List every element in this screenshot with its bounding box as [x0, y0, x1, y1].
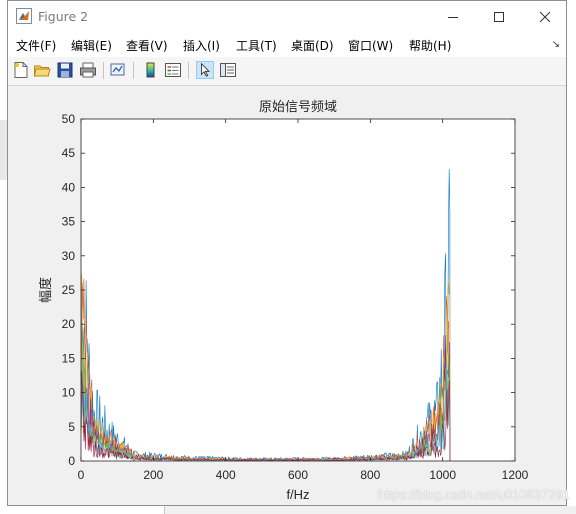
y-tick-label: 15 — [62, 351, 76, 365]
x-axis-label: f/Hz — [286, 487, 309, 502]
new-figure-icon[interactable] — [12, 61, 30, 79]
save-icon[interactable] — [56, 61, 74, 79]
watermark-text: https://blog.csdn.net/u010637291 — [377, 487, 570, 502]
maximize-button[interactable] — [476, 1, 522, 32]
y-tick-label: 35 — [62, 215, 76, 229]
x-tick-label: 1200 — [502, 468, 529, 482]
y-tick-label: 5 — [68, 420, 75, 434]
menu-desktop[interactable]: 桌面(D) — [291, 37, 334, 54]
x-tick-label: 800 — [360, 468, 380, 482]
toolbar-separator — [133, 62, 134, 79]
y-axis-label: 幅度 — [38, 277, 53, 303]
y-tick-label: 10 — [62, 386, 76, 400]
y-tick-label: 30 — [62, 249, 76, 263]
matlab-logo-icon — [16, 8, 32, 24]
menu-insert[interactable]: 插入(I) — [183, 37, 220, 54]
menu-window[interactable]: 窗口(W) — [348, 37, 393, 54]
figure-window: Figure 2 文件(F) 编辑(E) 查看(V) 插入(I) 工具(T) 桌… — [7, 0, 567, 506]
menu-file[interactable]: 文件(F) — [16, 37, 56, 54]
property-inspector-icon[interactable] — [219, 61, 237, 79]
toolbar-separator — [103, 62, 104, 79]
y-tick-label: 20 — [62, 317, 76, 331]
minimize-button[interactable] — [430, 1, 476, 32]
x-tick-label: 0 — [78, 468, 85, 482]
insert-colorbar-icon[interactable] — [142, 61, 160, 79]
window-title: Figure 2 — [38, 9, 89, 24]
plot-figure: 0 200 400 600 800 1000 1200 0 5 10 15 20 25 30 35 40 45 5… — [38, 100, 529, 502]
x-tick-label: 200 — [143, 468, 163, 482]
toolbar — [8, 57, 566, 86]
maximize-icon — [494, 11, 504, 22]
dock-arrow-icon[interactable]: ↘ — [552, 39, 560, 50]
minimize-icon — [448, 16, 458, 18]
figure-canvas: 0 200 400 600 800 1000 1200 0 5 10 15 20 25 30 35 40 45 5… — [8, 86, 566, 505]
edit-plot-pointer-icon[interactable] — [196, 61, 214, 79]
x-tick-label: 600 — [288, 468, 308, 482]
menu-tools[interactable]: 工具(T) — [236, 37, 277, 54]
menu-bar: 文件(F) 编辑(E) 查看(V) 插入(I) 工具(T) 桌面(D) 窗口(W… — [8, 32, 566, 57]
close-button[interactable] — [522, 1, 568, 32]
link-plot-icon[interactable] — [109, 61, 127, 79]
insert-legend-icon[interactable] — [164, 61, 182, 79]
open-file-icon[interactable] — [33, 61, 51, 79]
menu-view[interactable]: 查看(V) — [126, 37, 168, 54]
y-tick-label: 25 — [62, 283, 76, 297]
menu-help[interactable]: 帮助(H) — [409, 37, 451, 54]
chart-title: 原始信号频域 — [259, 100, 337, 115]
x-tick-label: 1000 — [429, 468, 456, 482]
background-panel — [164, 506, 576, 514]
y-tick-label: 40 — [62, 180, 76, 194]
y-tick-label: 0 — [68, 454, 75, 468]
x-tick-label: 400 — [216, 468, 236, 482]
y-tick-label: 45 — [62, 146, 76, 160]
y-tick-label: 50 — [62, 112, 76, 126]
title-bar[interactable]: Figure 2 — [8, 1, 566, 32]
print-icon[interactable] — [79, 61, 97, 79]
close-icon — [539, 11, 551, 22]
menu-edit[interactable]: 编辑(E) — [71, 37, 112, 54]
toolbar-separator — [188, 62, 189, 79]
